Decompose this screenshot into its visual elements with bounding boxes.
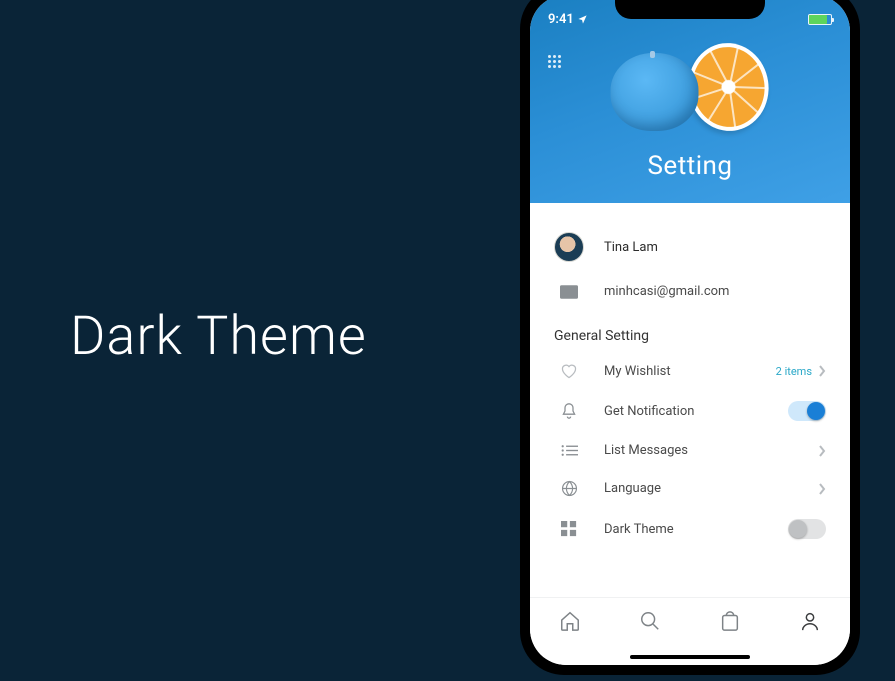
tab-bar: [530, 597, 850, 665]
email-icon: [554, 285, 584, 299]
messages-row[interactable]: List Messages: [530, 432, 850, 469]
home-indicator[interactable]: [630, 655, 750, 659]
tab-home[interactable]: [559, 610, 581, 636]
profile-email: minhcasi@gmail.com: [604, 284, 826, 299]
profile-name: Tina Lam: [604, 240, 826, 255]
tab-bag[interactable]: [719, 610, 741, 636]
profile-row[interactable]: Tina Lam: [530, 221, 850, 273]
tab-profile[interactable]: [799, 610, 821, 636]
phone-frame: 9:41: [520, 0, 860, 675]
chevron-right-icon: [818, 365, 826, 377]
language-label: Language: [604, 481, 798, 496]
search-icon: [639, 610, 661, 632]
dark-theme-row: Dark Theme: [530, 508, 850, 550]
dark-theme-label: Dark Theme: [604, 522, 768, 537]
wishlist-row[interactable]: My Wishlist 2 items: [530, 352, 850, 390]
section-title: General Setting: [530, 310, 850, 352]
avatar: [554, 232, 584, 262]
list-icon: [554, 444, 584, 457]
grid-tiles-icon: [554, 521, 584, 537]
language-row[interactable]: Language: [530, 469, 850, 508]
wishlist-count: 2 items: [776, 365, 812, 378]
chevron-right-icon: [818, 483, 826, 495]
chevron-right-icon: [818, 445, 826, 457]
header-illustration: [605, 35, 795, 145]
notification-toggle[interactable]: [788, 401, 826, 421]
location-arrow-icon: [577, 14, 588, 25]
dark-theme-toggle[interactable]: [788, 519, 826, 539]
status-time: 9:41: [548, 12, 574, 27]
heart-icon: [554, 363, 584, 379]
tab-search[interactable]: [639, 610, 661, 636]
wishlist-label: My Wishlist: [604, 364, 756, 379]
page-headline: Dark Theme: [70, 305, 520, 368]
notification-row: Get Notification: [530, 390, 850, 432]
page-title: Setting: [647, 151, 732, 181]
home-icon: [559, 610, 581, 632]
battery-icon: [808, 14, 832, 25]
globe-icon: [554, 480, 584, 497]
bell-icon: [554, 402, 584, 420]
settings-header: 9:41: [530, 0, 850, 203]
email-row: minhcasi@gmail.com: [530, 273, 850, 310]
notch: [615, 0, 765, 19]
notification-label: Get Notification: [604, 404, 768, 419]
user-icon: [799, 610, 821, 632]
messages-label: List Messages: [604, 443, 798, 458]
shopping-bag-icon: [719, 610, 741, 632]
